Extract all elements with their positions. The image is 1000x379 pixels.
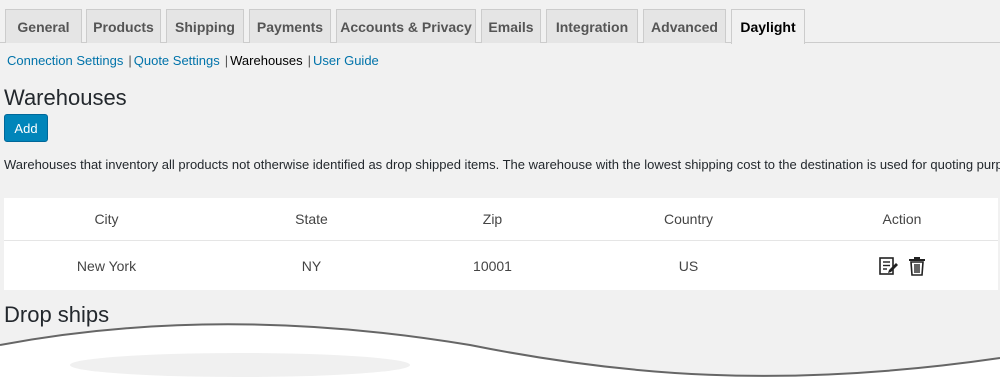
edit-icon[interactable] bbox=[878, 256, 898, 276]
tab-products[interactable]: Products bbox=[86, 9, 161, 43]
cell-city: New York bbox=[76, 257, 137, 274]
column-header-country: Country bbox=[571, 198, 806, 241]
subnav-quote-settings[interactable]: Quote Settings bbox=[134, 53, 220, 68]
tab-emails[interactable]: Emails bbox=[481, 9, 541, 43]
section-subnav: Connection Settings | Quote Settings | Wareh… bbox=[7, 53, 379, 68]
tab-accounts-privacy[interactable]: Accounts & Privacy bbox=[336, 9, 476, 43]
warehouses-heading: Warehouses bbox=[4, 85, 127, 110]
cell-action bbox=[806, 241, 998, 291]
cell-zip: 10001 bbox=[473, 257, 512, 274]
tab-general[interactable]: General bbox=[5, 9, 82, 43]
tab-payments[interactable]: Payments bbox=[249, 9, 331, 43]
tab-integration[interactable]: Integration bbox=[546, 9, 638, 43]
table-row: New York NY 10001 US bbox=[4, 241, 998, 291]
column-header-city: City bbox=[4, 198, 209, 241]
torn-edge-overlay bbox=[0, 323, 1000, 379]
column-header-state: State bbox=[209, 198, 414, 241]
tab-advanced[interactable]: Advanced bbox=[643, 9, 726, 43]
subnav-separator: | bbox=[307, 53, 312, 68]
subnav-connection-settings[interactable]: Connection Settings bbox=[7, 53, 123, 68]
cell-country: US bbox=[678, 257, 699, 274]
tab-daylight[interactable]: Daylight bbox=[731, 9, 805, 44]
subnav-separator: | bbox=[224, 53, 229, 68]
column-header-action: Action bbox=[806, 198, 998, 241]
add-warehouse-button[interactable]: Add bbox=[4, 114, 48, 142]
tab-shipping[interactable]: Shipping bbox=[166, 9, 244, 43]
trash-icon[interactable] bbox=[907, 256, 927, 276]
subnav-separator: | bbox=[128, 53, 132, 68]
cell-state: NY bbox=[301, 257, 322, 274]
table-header-row: City State Zip Country Action bbox=[4, 198, 998, 241]
column-header-zip: Zip bbox=[414, 198, 571, 241]
subnav-warehouses-current: Warehouses bbox=[230, 53, 303, 68]
subnav-user-guide[interactable]: User Guide bbox=[313, 53, 379, 68]
settings-tab-bar: General Products Shipping Payments Accou… bbox=[0, 0, 1000, 44]
warehouses-table: City State Zip Country Action New York N… bbox=[4, 198, 998, 290]
warehouses-description: Warehouses that inventory all products n… bbox=[4, 157, 1000, 172]
